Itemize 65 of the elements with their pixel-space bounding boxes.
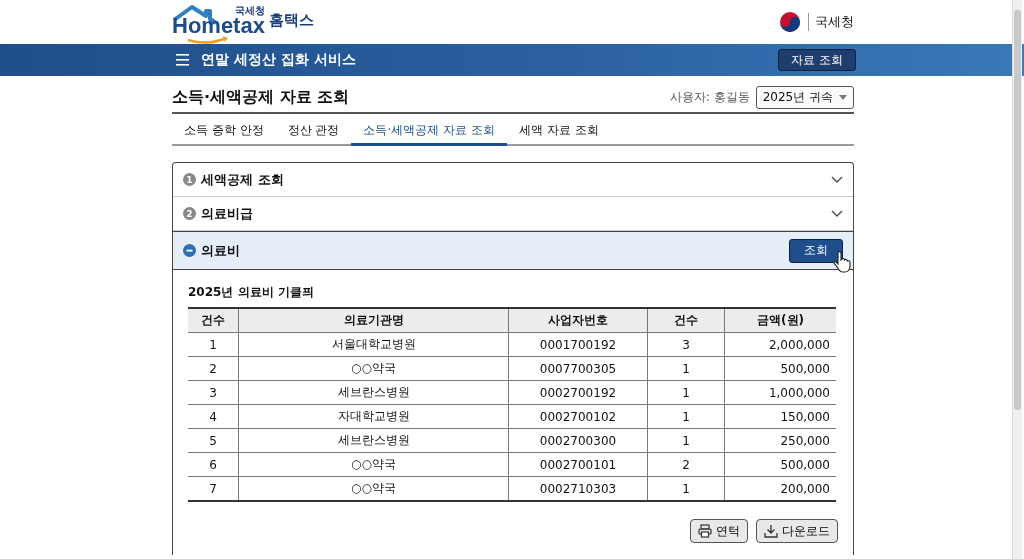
column-header: 사업자번호 <box>508 308 648 333</box>
agency-name: 국세청 <box>808 13 854 31</box>
printer-icon <box>698 524 712 538</box>
table-cell: 0007700305 <box>508 356 648 381</box>
chevron-down-icon <box>831 209 843 218</box>
table-cell: 세브란스병원 <box>238 380 509 405</box>
tab[interactable]: 소득 증학 안정 <box>172 119 276 146</box>
table-cell: 2 <box>188 356 239 381</box>
tab[interactable]: 세액 자료 조회 <box>506 119 611 146</box>
section-title: 의료비 <box>201 241 240 260</box>
step-number: 1 <box>183 173 196 186</box>
column-header: 금액(원) <box>724 308 836 333</box>
service-title: 연말 세정산 집화 서비스 <box>201 51 356 69</box>
scroll-thumb[interactable] <box>1014 10 1021 410</box>
table-cell: 0002700102 <box>508 404 648 429</box>
collapse-icon <box>183 244 196 257</box>
table-cell: 5 <box>188 428 239 453</box>
section-title: 세액공제 조회 <box>201 170 284 189</box>
page-title: 소득·세액공제 자료 조회 <box>172 86 350 108</box>
table-cell: 6 <box>188 452 239 477</box>
table-cell: 세브란스병원 <box>238 428 509 453</box>
table-cell: 3 <box>647 332 725 357</box>
column-header: 의료기관명 <box>238 308 509 333</box>
data-lookup-button[interactable]: 자료 조회 <box>778 49 856 71</box>
table-cell: ○○약국 <box>238 452 509 477</box>
section-title: 의료비급 <box>201 204 253 223</box>
tab[interactable]: 소득·세액공제 자료 조회 <box>351 119 507 146</box>
table-cell: 1 <box>647 380 725 405</box>
user-label: 사용자: 홍길동 <box>669 88 750 106</box>
year-select[interactable]: 2025년 귀속 <box>755 85 854 109</box>
logo-name: 홈택스 <box>268 10 314 30</box>
chevron-down-icon <box>831 175 843 184</box>
menu-icon <box>176 53 189 67</box>
query-button[interactable]: 조회 <box>789 238 843 263</box>
accordion-header[interactable]: 의료비 조회 <box>173 231 853 270</box>
emblem-icon <box>780 12 800 32</box>
dropdown-caret-icon <box>839 94 847 100</box>
accordion-header[interactable]: 1 세액공제 조회 <box>173 163 853 197</box>
logo-wordmark: Hometax <box>172 15 265 36</box>
tab[interactable]: 정산 관정 <box>275 119 352 146</box>
table-cell: 0002700192 <box>508 380 648 405</box>
table-cell: ○○약국 <box>238 356 509 381</box>
download-icon <box>764 524 778 538</box>
table-cell: 자대학교병원 <box>238 404 509 429</box>
step-number: 2 <box>183 207 196 220</box>
table-cell: 서울대학교병원 <box>238 332 509 357</box>
logo-caption: 국세청 <box>234 4 265 16</box>
table-cell: 1 <box>188 332 239 357</box>
swoosh-icon <box>186 35 230 44</box>
table-cell: 0002700101 <box>508 452 648 477</box>
print-button[interactable]: 연턱 <box>690 519 748 543</box>
table-cell: 1 <box>647 404 725 429</box>
hand-cursor-icon <box>833 250 852 274</box>
table-cell: 1 <box>647 428 725 453</box>
table-cell: 0001700192 <box>508 332 648 357</box>
scrollbar[interactable] <box>1012 0 1022 559</box>
table-cell: 2 <box>647 452 725 477</box>
download-button[interactable]: 다운로드 <box>756 519 838 543</box>
table-cell: 4 <box>188 404 239 429</box>
table-cell: 1 <box>647 356 725 381</box>
table-title: 2025년 의료비 기클픠 <box>188 284 315 301</box>
column-header: 건수 <box>188 308 239 333</box>
column-header: 건수 <box>647 308 725 333</box>
table-cell: 0002700300 <box>508 428 648 453</box>
table-cell: 3 <box>188 380 239 405</box>
